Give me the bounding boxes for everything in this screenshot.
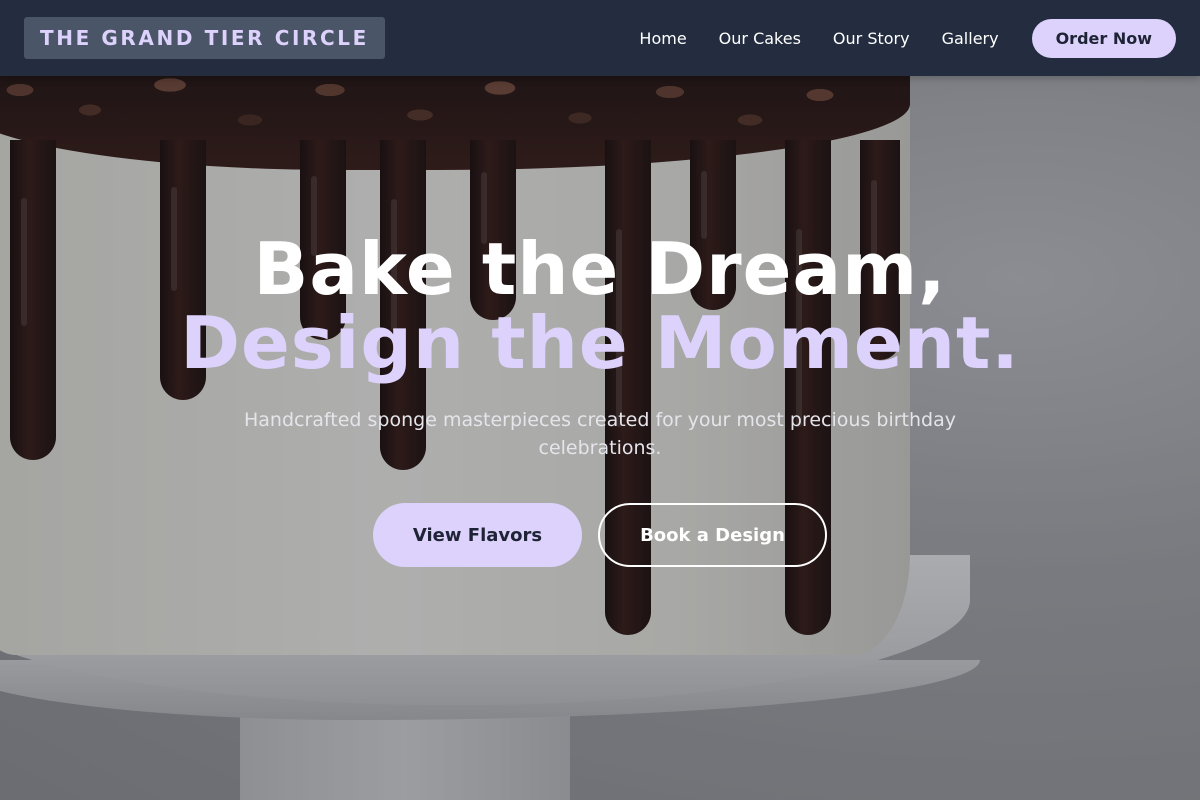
hero-cta-row: View Flavors Book a Design	[0, 503, 1200, 567]
site-header: THE GRAND TIER CIRCLE Home Our Cakes Our…	[0, 0, 1200, 76]
brand-logo[interactable]: THE GRAND TIER CIRCLE	[24, 17, 385, 59]
hero-title-line-2: Design the Moment.	[180, 301, 1020, 385]
hero-title-line-1: Bake the Dream,	[253, 227, 947, 311]
main-nav: Home Our Cakes Our Story Gallery Order N…	[607, 18, 1176, 58]
hero-subtitle: Handcrafted sponge masterpieces created …	[244, 409, 956, 459]
hero-section: Bake the Dream, Design the Moment. Handc…	[0, 232, 1200, 567]
nav-link-gallery[interactable]: Gallery	[942, 29, 999, 48]
order-now-button[interactable]: Order Now	[1031, 18, 1176, 58]
nav-link-our-story[interactable]: Our Story	[833, 29, 910, 48]
nav-link-our-cakes[interactable]: Our Cakes	[719, 29, 801, 48]
view-flavors-button[interactable]: View Flavors	[373, 503, 582, 567]
book-a-design-button[interactable]: Book a Design	[598, 503, 827, 567]
nav-link-home[interactable]: Home	[639, 29, 686, 48]
hero-title: Bake the Dream, Design the Moment.	[0, 232, 1200, 380]
